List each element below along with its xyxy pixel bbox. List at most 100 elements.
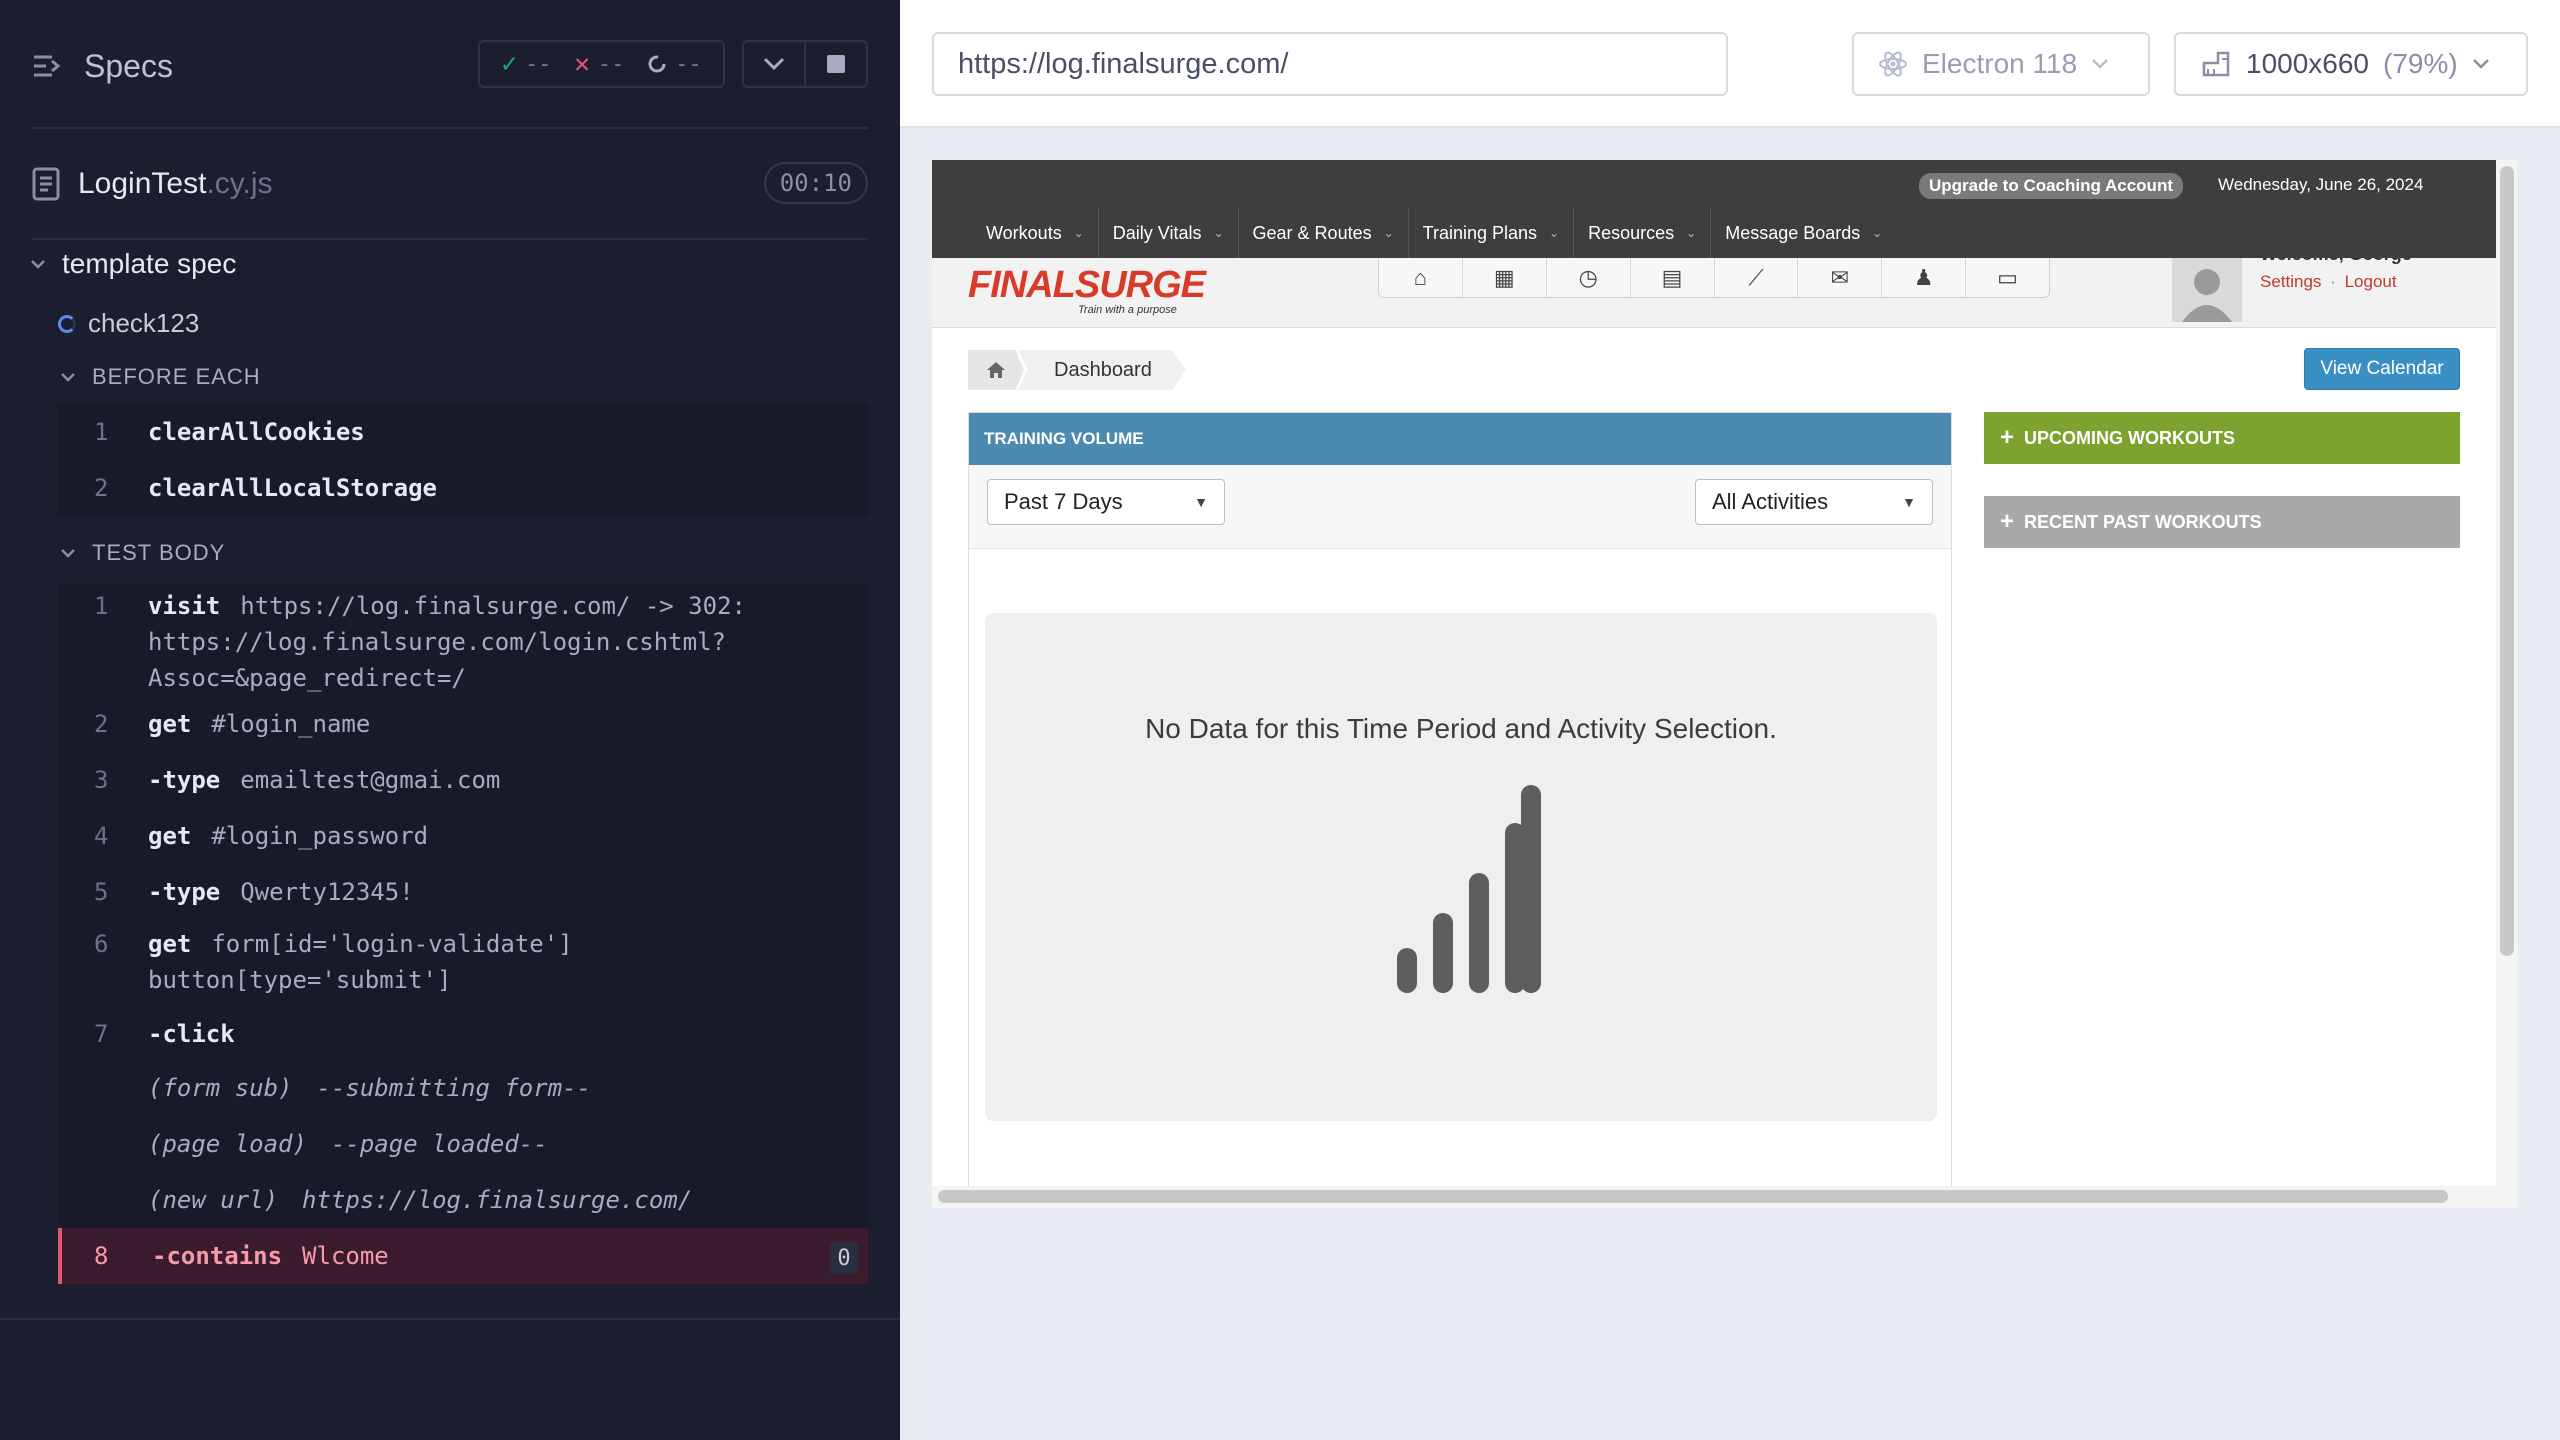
home-icon: [987, 362, 1005, 378]
chevron-down-icon: ▼: [1902, 494, 1916, 510]
chevron-down-icon: [31, 260, 45, 269]
stop-button[interactable]: [804, 40, 868, 88]
chevron-down-icon: ⌄: [1213, 226, 1224, 240]
chevron-down-icon: ⌄: [1549, 226, 1560, 240]
mail-icon[interactable]: ✉: [1798, 258, 1883, 297]
coach-icon[interactable]: ♟: [1882, 258, 1967, 297]
command-row[interactable]: 1 visit https://log.finalsurge.com/ -> 30…: [58, 584, 868, 696]
collapse-all-button[interactable]: [742, 40, 806, 88]
upcoming-workouts-toggle[interactable]: + UPCOMING WORKOUTS: [1984, 412, 2460, 464]
logout-link[interactable]: Logout: [2345, 272, 2397, 291]
logo-bar: FINALSURGE Train with a purpose ⌂ ▦ ◷ ▤ …: [932, 244, 2496, 328]
no-data-placeholder: No Data for this Time Period and Activit…: [985, 613, 1937, 1121]
breadcrumb-dashboard[interactable]: Dashboard: [1018, 350, 1186, 390]
calculator-icon[interactable]: ▤: [1631, 258, 1715, 297]
event-row[interactable]: (new url) https://log.finalsurge.com/: [58, 1172, 868, 1228]
divider: [32, 127, 868, 129]
settings-link[interactable]: Settings: [2260, 272, 2321, 291]
chevron-down-icon: ⌄: [1073, 226, 1084, 240]
nav-gear-routes[interactable]: Gear & Routes ⌄: [1239, 208, 1409, 258]
breadcrumb: Dashboard: [968, 350, 1186, 390]
calendar-icon[interactable]: ▦: [1463, 258, 1547, 297]
command-row[interactable]: 4 get #login_password: [58, 808, 868, 864]
nav-training-plans[interactable]: Training Plans ⌄: [1409, 208, 1575, 258]
nav-resources[interactable]: Resources ⌄: [1574, 208, 1712, 258]
no-data-message: No Data for this Time Period and Activit…: [1145, 713, 1777, 744]
failed-stat: ✕ --: [574, 49, 625, 79]
event-row[interactable]: (form sub) --submitting form--: [58, 1060, 868, 1116]
browser-toolbar: https://log.finalsurge.com/ Electron 118…: [900, 0, 2560, 128]
chart-icon[interactable]: ⟋: [1715, 258, 1799, 297]
chevron-down-icon: ▼: [1194, 494, 1208, 510]
cypress-runner-panel: Specs ✓ -- ✕ -- -- LoginTest .cy.js 00:10 t…: [0, 0, 900, 1440]
element-count-badge: 0: [830, 1242, 858, 1274]
failed-command-row[interactable]: 8 -contains Wlcome 0: [58, 1228, 868, 1284]
upgrade-button[interactable]: Upgrade to Coaching Account: [1919, 173, 2183, 199]
duration-badge: 00:10: [763, 162, 868, 204]
running-spinner-icon: [58, 314, 76, 333]
chevron-down-icon: ⌄: [1686, 226, 1697, 240]
chevron-down-icon: [61, 549, 75, 558]
specs-header[interactable]: Specs: [32, 44, 173, 88]
spec-name: LoginTest: [78, 167, 207, 200]
command-row[interactable]: 2 clearAllLocalStorage: [58, 460, 868, 516]
specs-menu-icon[interactable]: [32, 53, 62, 79]
vertical-scrollbar[interactable]: [2496, 160, 2518, 1208]
plus-icon: +: [2000, 424, 2015, 451]
monitor-icon[interactable]: ▭: [1966, 258, 2049, 297]
before-each-commands: 1 clearAllCookies 2 clearAllLocalStorage: [58, 404, 868, 516]
specs-label[interactable]: Specs: [84, 48, 173, 85]
viewport-selector[interactable]: 1000x660 (79%): [2174, 32, 2528, 96]
app-under-test-frame: FINALSURGE Train with a purpose ⌂ ▦ ◷ ▤ …: [932, 160, 2518, 1208]
command-row[interactable]: 2 get #login_name: [58, 696, 868, 752]
command-row[interactable]: 1 clearAllCookies: [58, 404, 868, 460]
file-icon: [32, 167, 60, 201]
chevron-down-icon: [2092, 59, 2109, 69]
pending-stat: --: [647, 52, 702, 77]
chevron-down-icon: [61, 373, 75, 382]
quick-icon-bar: ⌂ ▦ ◷ ▤ ⟋ ✉ ♟ ▭: [1378, 258, 2050, 298]
signal-bars-icon: [1397, 785, 1541, 993]
command-row[interactable]: 6 get form[id='login-validate'] button[ty…: [58, 920, 868, 1008]
suite-title[interactable]: template spec: [30, 248, 236, 280]
spec-file-row[interactable]: LoginTest .cy.js 00:10: [32, 160, 868, 208]
activity-select[interactable]: All Activities ▼: [1695, 479, 1933, 525]
nav-message-boards[interactable]: Message Boards ⌄: [1711, 208, 1896, 258]
nav-daily-vitals[interactable]: Daily Vitals ⌄: [1099, 208, 1239, 258]
before-each-label[interactable]: BEFORE EACH: [60, 364, 261, 390]
test-title[interactable]: check123: [58, 308, 199, 339]
view-calendar-button[interactable]: View Calendar: [2304, 348, 2460, 390]
stop-icon: [827, 55, 845, 73]
current-date: Wednesday, June 26, 2024: [2218, 175, 2424, 194]
spec-ext: .cy.js: [206, 167, 273, 200]
test-body-commands: 1 visit https://log.finalsurge.com/ -> 30…: [58, 584, 868, 1284]
home-icon[interactable]: ⌂: [1379, 258, 1463, 297]
divider: [32, 238, 868, 240]
electron-icon: [1879, 51, 1907, 77]
breadcrumb-home[interactable]: [968, 350, 1024, 390]
chevron-down-icon: ⌄: [1383, 226, 1394, 240]
avatar[interactable]: [2172, 258, 2242, 322]
pending-icon: [648, 55, 666, 73]
event-row[interactable]: (page load) --page loaded--: [58, 1116, 868, 1172]
nav-workouts[interactable]: Workouts ⌄: [972, 208, 1099, 258]
training-volume-panel: TRAINING VOLUME Past 7 Days ▼ All Activit…: [968, 412, 1952, 1208]
user-links: Settings · Logout: [2260, 272, 2397, 291]
period-select[interactable]: Past 7 Days ▼: [987, 479, 1225, 525]
command-row[interactable]: 7 -click: [58, 1008, 868, 1060]
horizontal-scrollbar[interactable]: [932, 1186, 2496, 1208]
finalsurge-logo[interactable]: FINALSURGE Train with a purpose: [968, 264, 1206, 316]
x-icon: ✕: [574, 49, 590, 79]
test-body-label[interactable]: TEST BODY: [60, 540, 225, 566]
app-topbar: Upgrade to Coaching Account Wednesday, J…: [932, 160, 2496, 258]
stopwatch-icon[interactable]: ◷: [1547, 258, 1631, 297]
divider: [0, 1318, 900, 1320]
recent-workouts-toggle[interactable]: + RECENT PAST WORKOUTS: [1984, 496, 2460, 548]
browser-selector[interactable]: Electron 118: [1852, 32, 2150, 96]
command-row[interactable]: 5 -type Qwerty12345!: [58, 864, 868, 920]
command-row[interactable]: 3 -type emailtest@gmai.com: [58, 752, 868, 808]
url-bar[interactable]: https://log.finalsurge.com/: [932, 32, 1728, 96]
training-volume-filters: Past 7 Days ▼ All Activities ▼: [969, 465, 1951, 549]
chevron-down-icon: ⌄: [1872, 226, 1883, 240]
chevron-down-icon: [2472, 59, 2489, 69]
